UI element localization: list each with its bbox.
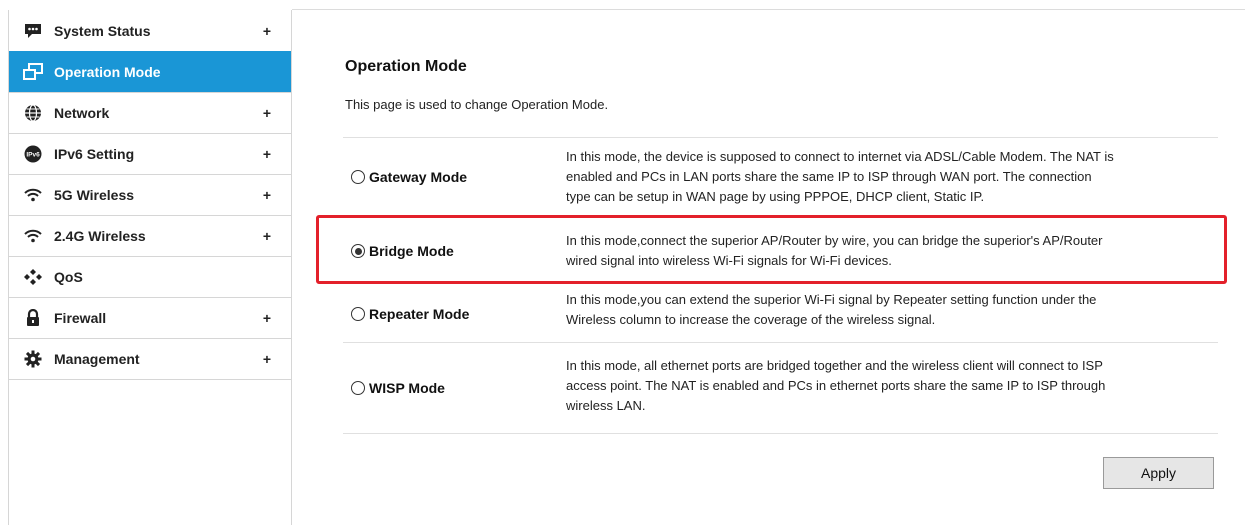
top-divider [292, 9, 1245, 10]
description-line: In this mode,you can extend the superior… [566, 292, 1097, 307]
expand-plus-icon: + [262, 351, 271, 367]
sidebar-item-label: Network [54, 105, 110, 121]
sidebar-item-label: Operation Mode [54, 64, 161, 80]
radio-circle[interactable] [351, 170, 365, 184]
description-line: In this mode, all ethernet ports are bri… [566, 358, 1103, 373]
qos-icon [22, 266, 44, 288]
sidebar-item-qos[interactable]: QoS [9, 256, 291, 298]
mode-label: Repeater Mode [369, 306, 470, 322]
apply-button[interactable]: Apply [1103, 457, 1214, 489]
page-description: This page is used to change Operation Mo… [345, 97, 609, 112]
sidebar-item-firewall[interactable]: Firewall + [9, 297, 291, 339]
description-line: In this mode, the device is supposed to … [566, 149, 1114, 164]
description-line: type can be setup in WAN page by using P… [566, 189, 985, 204]
sidebar-item-2-4g-wireless[interactable]: 2.4G Wireless + [9, 215, 291, 257]
sidebar-item-5g-wireless[interactable]: 5G Wireless + [9, 174, 291, 216]
expand-plus-icon: + [262, 187, 271, 203]
windows-icon [22, 61, 44, 83]
mode-row-wisp: WISP Mode In this mode, all ethernet por… [343, 342, 1218, 434]
ipv6-icon: IPv6 [22, 143, 44, 165]
expand-plus-icon: + [262, 310, 271, 326]
sidebar-item-label: 2.4G Wireless [54, 228, 146, 244]
wifi-icon [22, 184, 44, 206]
bridge-mode-highlight-box [316, 215, 1227, 284]
radio-circle[interactable] [351, 307, 365, 321]
sidebar-item-network[interactable]: Network + [9, 92, 291, 134]
sidebar: System Status + Operation Mode Network +… [8, 10, 292, 525]
expand-plus-icon: + [262, 22, 271, 39]
repeater-mode-radio[interactable]: Repeater Mode [351, 306, 469, 322]
sidebar-item-label: QoS [54, 269, 83, 285]
description-line: wireless LAN. [566, 398, 646, 413]
ipv6-icon-text: IPv6 [26, 152, 40, 159]
mode-label: Gateway Mode [369, 169, 468, 185]
sidebar-item-label: IPv6 Setting [54, 146, 135, 162]
sidebar-item-operation-mode[interactable]: Operation Mode [9, 51, 291, 93]
sidebar-item-label: Management [54, 351, 140, 367]
expand-plus-icon: + [262, 105, 271, 121]
description-line: enabled and PCs in LAN ports share the s… [566, 169, 1092, 184]
wifi-icon [22, 225, 44, 247]
mode-row-gateway: Gateway Mode In this mode, the device is… [343, 137, 1218, 216]
description-line: access point. The NAT is enabled and PCs… [566, 378, 1106, 393]
chat-icon [22, 20, 44, 42]
gateway-mode-radio[interactable]: Gateway Mode [351, 169, 467, 185]
sidebar-item-ipv6-setting[interactable]: IPv6 IPv6 Setting + [9, 133, 291, 175]
mode-label: WISP Mode [369, 380, 445, 396]
sidebar-item-system-status[interactable]: System Status + [9, 10, 291, 52]
wisp-mode-radio[interactable]: WISP Mode [351, 380, 445, 396]
description-line: Wireless column to increase the coverage… [566, 312, 936, 327]
expand-plus-icon: + [262, 146, 271, 162]
lock-icon [22, 307, 44, 329]
expand-plus-icon: + [262, 228, 271, 244]
sidebar-item-label: System Status [54, 22, 151, 39]
mode-description: In this mode, all ethernet ports are bri… [566, 356, 1218, 416]
divider [343, 433, 1218, 434]
mode-row-repeater: Repeater Mode In this mode,you can exten… [343, 286, 1218, 342]
sidebar-item-management[interactable]: Management + [9, 338, 291, 380]
globe-icon [22, 102, 44, 124]
radio-circle[interactable] [351, 381, 365, 395]
page-title: Operation Mode [345, 58, 467, 75]
sidebar-item-label: Firewall [54, 310, 107, 326]
sidebar-item-label: 5G Wireless [54, 187, 135, 203]
mode-description: In this mode,you can extend the superior… [566, 290, 1218, 330]
mode-description: In this mode, the device is supposed to … [566, 147, 1218, 207]
gear-icon [22, 348, 44, 370]
